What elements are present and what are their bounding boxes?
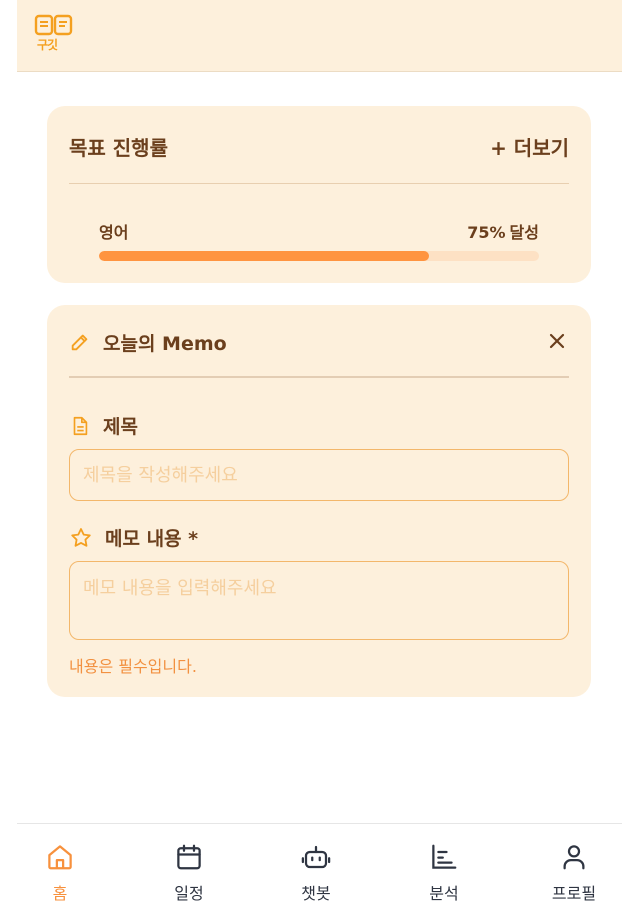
- content-label-text: 메모 내용 *: [105, 528, 199, 550]
- document-icon: [73, 416, 88, 435]
- close-icon: [549, 333, 565, 349]
- bottom-nav: 홈 일정 챗봇 분석 프로필: [17, 823, 622, 907]
- nav-profile-label: 프로필: [551, 884, 597, 903]
- nav-chatbot[interactable]: 챗봇: [281, 842, 351, 904]
- memo-title: 오늘의 Memo: [103, 332, 227, 355]
- title-field-label: 제목: [69, 412, 138, 439]
- memo-header: 오늘의 Memo: [69, 329, 227, 355]
- app-logo[interactable]: 구깃: [34, 14, 74, 56]
- nav-schedule-label: 일정: [174, 884, 204, 903]
- goal-progress-bar: [99, 251, 539, 261]
- more-button[interactable]: + 더보기: [490, 132, 569, 161]
- top-bar: 구깃: [17, 0, 622, 72]
- pencil-icon: [71, 334, 88, 351]
- calendar-icon: [177, 844, 201, 870]
- app-root: 구깃 목표 진행률 + 더보기 영어 75% 달성 오늘의 Memo 제목 제목…: [17, 0, 622, 907]
- goal-progress-card: 목표 진행률 + 더보기 영어 75% 달성: [47, 106, 591, 283]
- goal-status: 75% 달성: [467, 219, 539, 243]
- nav-schedule[interactable]: 일정: [154, 842, 224, 904]
- content-input[interactable]: [69, 561, 569, 640]
- goal-progress-fill: [99, 251, 429, 261]
- content-required-hint: 내용은 필수입니다.: [69, 657, 197, 676]
- goal-card-title: 목표 진행률: [69, 136, 168, 160]
- title-label-text: 제목: [103, 416, 138, 438]
- nav-chatbot-label: 챗봇: [301, 884, 331, 903]
- user-icon: [563, 845, 585, 870]
- logo-text: 구깃: [37, 38, 58, 52]
- content-field-label: 메모 내용 *: [69, 524, 198, 551]
- memo-divider: [69, 376, 569, 378]
- title-input[interactable]: [69, 449, 569, 501]
- book-icon: [34, 14, 73, 36]
- home-icon: [48, 845, 72, 870]
- memo-card: 오늘의 Memo 제목 메모 내용 * 내용은 필수입: [47, 305, 591, 697]
- star-icon: [71, 527, 91, 547]
- close-button[interactable]: [545, 329, 569, 353]
- goal-divider: [69, 183, 569, 184]
- goal-status-text: 달성: [509, 223, 539, 242]
- nav-home[interactable]: 홈: [25, 842, 95, 904]
- nav-home-label: 홈: [52, 884, 68, 903]
- goal-name: 영어: [99, 223, 129, 242]
- nav-profile[interactable]: 프로필: [539, 842, 609, 904]
- goal-percent: 75%: [467, 223, 506, 242]
- nav-analysis[interactable]: 분석: [409, 842, 479, 904]
- nav-analysis-label: 분석: [429, 884, 459, 903]
- bot-icon: [301, 845, 331, 869]
- bar-chart-icon: [432, 844, 457, 869]
